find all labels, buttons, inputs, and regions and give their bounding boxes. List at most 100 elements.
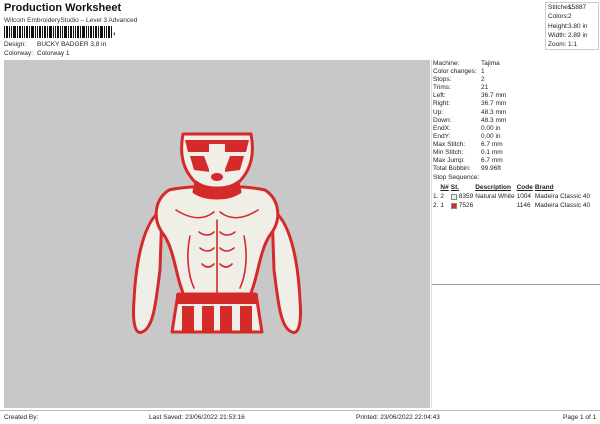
summary-label: Stitches:	[548, 4, 573, 11]
info-label: Trims:	[433, 84, 451, 92]
info-value: 0.1 mm	[481, 149, 503, 157]
machine-info-panel: Machine: Tajima Color changes: 1 Stops: 2 T…	[431, 60, 600, 408]
thread-brand: Madeira Classic 40	[534, 202, 591, 210]
summary-value: 2	[568, 13, 572, 21]
badger-embroidery-image	[132, 132, 302, 334]
info-label: Left:	[433, 92, 446, 100]
summary-value: 2.89 in	[568, 31, 588, 39]
design-value: BUCKY BADGER 3,8 in	[37, 41, 107, 48]
stop-sequence-title: Stop Sequence:	[433, 174, 480, 182]
info-row: Down: 48.3 mm	[432, 117, 599, 125]
summary-row: Width: 2.89 in	[546, 31, 598, 40]
needle-number: 1	[440, 202, 445, 210]
barcode	[4, 26, 112, 38]
thread-code: 1004	[516, 193, 532, 201]
summary-label: Width:	[548, 31, 567, 39]
page-number: Page 1 of 1	[563, 414, 597, 421]
summary-panel: Stitches: 15887 Colors: 2 Height: 3.80 in W…	[545, 2, 599, 51]
info-value: 0.00 in	[481, 132, 501, 140]
info-label: Min Stitch:	[433, 149, 464, 157]
stop-sequence-table: N# St. Description Code Brand 1. 2 8359 …	[433, 183, 592, 210]
needle-number: 2	[440, 193, 445, 201]
info-value: Tajima	[481, 60, 500, 67]
info-label: Total Bobbin:	[433, 165, 471, 173]
info-value: 1	[481, 68, 485, 76]
info-label: Machine:	[433, 60, 460, 67]
col-header-code: Code	[516, 184, 533, 192]
design-preview-canvas[interactable]	[4, 60, 430, 408]
software-subtitle: Wilcom EmbroideryStudio – Level 3 Advanc…	[4, 17, 138, 24]
col-header-needle: N#	[440, 184, 449, 192]
info-row: EndX: 0.00 in	[432, 125, 599, 133]
created-by: Created By:	[4, 414, 39, 421]
last-saved: Last Saved: 23/06/2022 21:53:16	[149, 414, 245, 421]
design-label: Design:	[4, 41, 27, 48]
footer-bar: Created By: Last Saved: 23/06/2022 21:53…	[0, 410, 600, 424]
info-value: 6.7 mm	[481, 157, 503, 165]
summary-value: 3.80 in	[568, 22, 588, 30]
info-label: EndY:	[433, 132, 451, 140]
colorway-row: Colorway: Colorway 1	[4, 50, 70, 57]
info-value: 6.7 mm	[481, 140, 503, 148]
stop-number: 1.	[433, 193, 439, 201]
summary-value: 15887	[568, 4, 587, 11]
design-row: Design: BUCKY BADGER 3,8 in	[4, 41, 106, 48]
info-label: Stops:	[433, 76, 452, 84]
info-value: 48.3 mm	[481, 116, 507, 124]
colorway-value: Colorway 1	[37, 50, 70, 57]
info-label: Color changes:	[433, 68, 477, 76]
summary-row: Colors: 2	[546, 12, 598, 21]
thread-description: Natural White	[475, 193, 515, 201]
thread-st: 8359	[450, 192, 475, 201]
info-label: Max Stitch:	[433, 140, 466, 148]
summary-label: Height:	[548, 22, 569, 30]
info-label: Max Jump:	[433, 157, 465, 165]
thread-st: 7526	[450, 201, 475, 210]
info-label: EndX:	[433, 124, 451, 132]
info-row: Trims: 21	[432, 84, 599, 92]
table-row: 2. 1 7526 1146 Madeira Classic 40	[433, 201, 592, 210]
summary-label: Zoom:	[548, 41, 567, 49]
st-value: 8359	[458, 193, 474, 201]
info-label: Right:	[433, 100, 450, 108]
thread-description	[475, 201, 516, 210]
colorway-label: Colorway:	[4, 50, 33, 57]
stop-number: 2.	[433, 202, 439, 210]
stops-divider	[432, 284, 600, 285]
thread-code: 1146	[516, 202, 531, 210]
info-label: Down:	[433, 116, 452, 124]
barcode-suffix: ,	[113, 26, 116, 36]
info-row: Max Jump: 6.7 mm	[432, 157, 599, 165]
info-row: Left: 36.7 mm	[432, 92, 599, 100]
col-header-st: St.	[450, 184, 460, 192]
summary-value: 1:1	[568, 41, 578, 49]
info-value: 36.7 mm	[481, 100, 507, 108]
info-row: Up: 48.3 mm	[432, 109, 599, 117]
info-value: 48.3 mm	[481, 108, 507, 116]
info-row: Machine: Tajima	[432, 60, 599, 68]
summary-row: Height: 3.80 in	[546, 22, 598, 31]
table-row: 1. 2 8359 Natural White 1004 Madeira Cla…	[433, 192, 592, 201]
summary-label: Colors:	[548, 13, 569, 21]
summary-row: Zoom: 1:1	[546, 40, 598, 49]
info-row: Stops: 2	[432, 76, 599, 84]
col-header-stop	[433, 183, 440, 192]
info-value: 21	[481, 84, 489, 92]
col-header-description: Description	[475, 184, 511, 192]
thread-brand: Madeira Classic 40	[534, 193, 591, 201]
info-row: Total Bobbin: 99.96ft	[432, 165, 599, 173]
st-value: 7526	[458, 202, 474, 210]
col-header-brand: Brand	[534, 184, 554, 192]
info-value: 36.7 mm	[481, 92, 507, 100]
worksheet-title: Production Worksheet	[4, 2, 122, 14]
summary-row: Stitches: 15887	[546, 3, 598, 12]
table-header-row: N# St. Description Code Brand	[433, 183, 592, 192]
color-swatch-icon	[450, 193, 457, 200]
info-row: Min Stitch: 0.1 mm	[432, 149, 599, 157]
info-value: 0.00 in	[481, 124, 501, 132]
info-row: Color changes: 1	[432, 68, 599, 76]
info-label: Up:	[433, 108, 444, 116]
info-row: EndY: 0.00 in	[432, 133, 599, 141]
color-swatch-icon	[450, 202, 457, 209]
printed-date: Printed: 23/06/2022 22:04:43	[356, 414, 440, 421]
